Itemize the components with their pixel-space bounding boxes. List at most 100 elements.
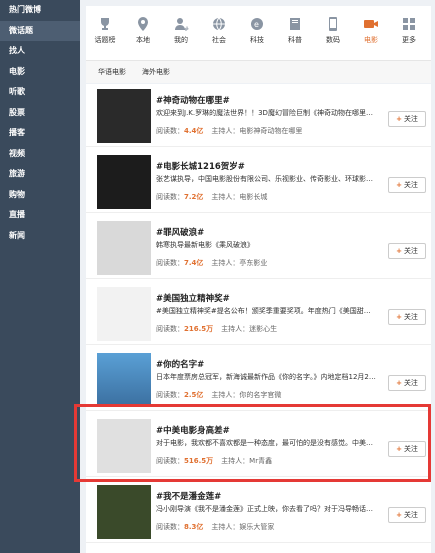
more-icon xyxy=(401,16,417,32)
host-label: 主持人： xyxy=(211,523,240,531)
host-label: 主持人： xyxy=(211,391,240,399)
topic-title[interactable]: #我不是潘金莲# xyxy=(156,490,221,502)
follow-button[interactable]: + 关注 xyxy=(388,111,426,127)
read-count: 2.5亿 xyxy=(184,391,204,399)
topic-title[interactable]: #电影长城1216贺岁# xyxy=(156,160,245,172)
category-label: 更多 xyxy=(402,36,416,44)
subtab-chinese-movies[interactable]: 华语电影 xyxy=(98,67,126,77)
sidebar-item[interactable]: 直播 xyxy=(0,205,80,226)
host-name[interactable]: 你的名字官微 xyxy=(239,391,281,399)
topic-title[interactable]: #罪风破浪# xyxy=(156,226,204,238)
follow-button[interactable]: + 关注 xyxy=(388,177,426,193)
category-6[interactable]: 数码 xyxy=(314,6,352,60)
topic-meta: 阅读数：4.4亿 主持人：电影神奇动物在哪里 xyxy=(156,126,302,136)
topic-title[interactable]: #美国独立精神奖# xyxy=(156,292,230,304)
topic-title[interactable]: #你的名字# xyxy=(156,358,204,370)
sidebar-item[interactable]: 热门微博 xyxy=(0,0,80,21)
topic-title[interactable]: #神奇动物在哪里# xyxy=(156,94,230,106)
category-1[interactable]: 本地 xyxy=(124,6,162,60)
host-name[interactable]: 电影长城 xyxy=(239,193,267,201)
category-label: 科技 xyxy=(250,36,264,44)
plus-icon: + xyxy=(396,511,402,519)
host-label: 主持人： xyxy=(211,259,240,267)
sidebar-item[interactable]: 旅游 xyxy=(0,164,80,185)
category-0[interactable]: 话题榜 xyxy=(86,6,124,60)
host-label: 主持人： xyxy=(211,127,240,135)
host-name[interactable]: 电影神奇动物在哪里 xyxy=(239,127,302,135)
topic-meta: 阅读数：216.5万 主持人：迷影心生 xyxy=(156,324,277,334)
follow-button[interactable]: + 关注 xyxy=(388,375,426,391)
category-label: 数码 xyxy=(326,36,340,44)
read-label: 阅读数： xyxy=(156,325,184,333)
sidebar: 热门微博 微话题 找人 电影 听歌 股票 播客 视频 旅游 购物 直播 新闻 xyxy=(0,0,80,553)
topic-meta: 阅读数：8.3亿 主持人：娱乐大管家 xyxy=(156,522,274,532)
sidebar-item[interactable]: 视频 xyxy=(0,144,80,165)
svg-text:e: e xyxy=(254,20,259,29)
sidebar-item[interactable]: 找人 xyxy=(0,41,80,62)
book-icon xyxy=(287,16,303,32)
read-count: 7.2亿 xyxy=(184,193,204,201)
sidebar-item[interactable]: 购物 xyxy=(0,185,80,206)
category-5[interactable]: 科普 xyxy=(276,6,314,60)
sidebar-item[interactable]: 听歌 xyxy=(0,82,80,103)
category-label: 社会 xyxy=(212,36,226,44)
topic-row: #美国独立精神奖# #美国独立精神奖#提名公布！颁奖季重要奖项。年度热门《美国甜心… xyxy=(86,282,431,345)
browser-icon: e xyxy=(249,16,265,32)
category-7[interactable]: 电影 xyxy=(352,6,390,60)
read-label: 阅读数： xyxy=(156,127,184,135)
sidebar-item[interactable]: 微话题 xyxy=(0,20,80,41)
topic-description: 欢迎来到J.K.罗琳的魔法世界！！3D魔幻冒险巨制《神奇动物在哪里》将... xyxy=(156,109,376,117)
plus-icon: + xyxy=(396,115,402,123)
topic-meta: 阅读数：7.4亿 主持人：亭东影业 xyxy=(156,258,267,268)
read-label: 阅读数： xyxy=(156,259,184,267)
category-label: 电影 xyxy=(364,36,378,44)
topic-thumbnail[interactable] xyxy=(97,155,151,209)
sidebar-item[interactable]: 电影 xyxy=(0,62,80,83)
category-label: 话题榜 xyxy=(94,36,116,44)
category-2[interactable]: # 我的 xyxy=(162,6,200,60)
highlight-box xyxy=(74,404,431,482)
globe-icon xyxy=(211,16,227,32)
category-bar: 话题榜 本地 # 我的 社会 e 科技 科普 数码 电影 更多 xyxy=(86,6,431,60)
svg-text:#: # xyxy=(184,26,189,32)
subtab-bar: 华语电影 海外电影 xyxy=(86,60,431,83)
topic-thumbnail[interactable] xyxy=(97,287,151,341)
topic-meta: 阅读数：2.5亿 主持人：你的名字官微 xyxy=(156,390,281,400)
topic-row: #我不是潘金莲# 冯小刚导演《我不是潘金莲》正式上映，你去看了吗？对于冯导畅话王健… xyxy=(86,480,431,543)
user-hash-icon: # xyxy=(173,16,189,33)
topic-description: 冯小刚导演《我不是潘金莲》正式上映，你去看了吗？对于冯导畅话王健... xyxy=(156,505,376,513)
category-label: 我的 xyxy=(174,36,188,44)
read-label: 阅读数： xyxy=(156,193,184,201)
category-label: 本地 xyxy=(136,36,150,44)
read-label: 阅读数： xyxy=(156,523,184,531)
host-name[interactable]: 亭东影业 xyxy=(239,259,267,267)
sidebar-item[interactable]: 新闻 xyxy=(0,226,80,247)
sidebar-item[interactable]: 播客 xyxy=(0,123,80,144)
subtab-foreign-movies[interactable]: 海外电影 xyxy=(142,67,170,77)
host-name[interactable]: 迷影心生 xyxy=(249,325,277,333)
location-pin-icon xyxy=(135,16,151,32)
plus-icon: + xyxy=(396,247,402,255)
category-3[interactable]: 社会 xyxy=(200,6,238,60)
host-name[interactable]: 娱乐大管家 xyxy=(239,523,274,531)
topic-row: #你的名字# 日本年度票房总冠军，新海诚最新作品《你的名字。》内地定档12月2日，… xyxy=(86,348,431,411)
topic-description: 韩寒执导最新电影《乘风破浪》 xyxy=(156,241,254,249)
plus-icon: + xyxy=(396,181,402,189)
host-label: 主持人： xyxy=(211,193,240,201)
category-8[interactable]: 更多 xyxy=(390,6,428,60)
phone-icon xyxy=(325,16,341,32)
topic-thumbnail[interactable] xyxy=(97,221,151,275)
movie-camera-icon xyxy=(363,16,379,32)
sidebar-item[interactable]: 股票 xyxy=(0,103,80,124)
topic-row: #电影长城1216贺岁# 张艺谋执导，中国电影股份有限公司、乐视影业、传奇影业、环… xyxy=(86,150,431,213)
follow-button[interactable]: + 关注 xyxy=(388,507,426,523)
read-count: 216.5万 xyxy=(184,325,214,333)
category-4[interactable]: e 科技 xyxy=(238,6,276,60)
topic-thumbnail[interactable] xyxy=(97,353,151,407)
topic-description: 日本年度票房总冠军，新海诚最新作品《你的名字。》内地定档12月2日，... xyxy=(156,373,376,381)
topic-thumbnail[interactable] xyxy=(97,485,151,539)
follow-button[interactable]: + 关注 xyxy=(388,243,426,259)
follow-button[interactable]: + 关注 xyxy=(388,309,426,325)
topic-thumbnail[interactable] xyxy=(97,89,151,143)
follow-label: 关注 xyxy=(403,247,418,255)
